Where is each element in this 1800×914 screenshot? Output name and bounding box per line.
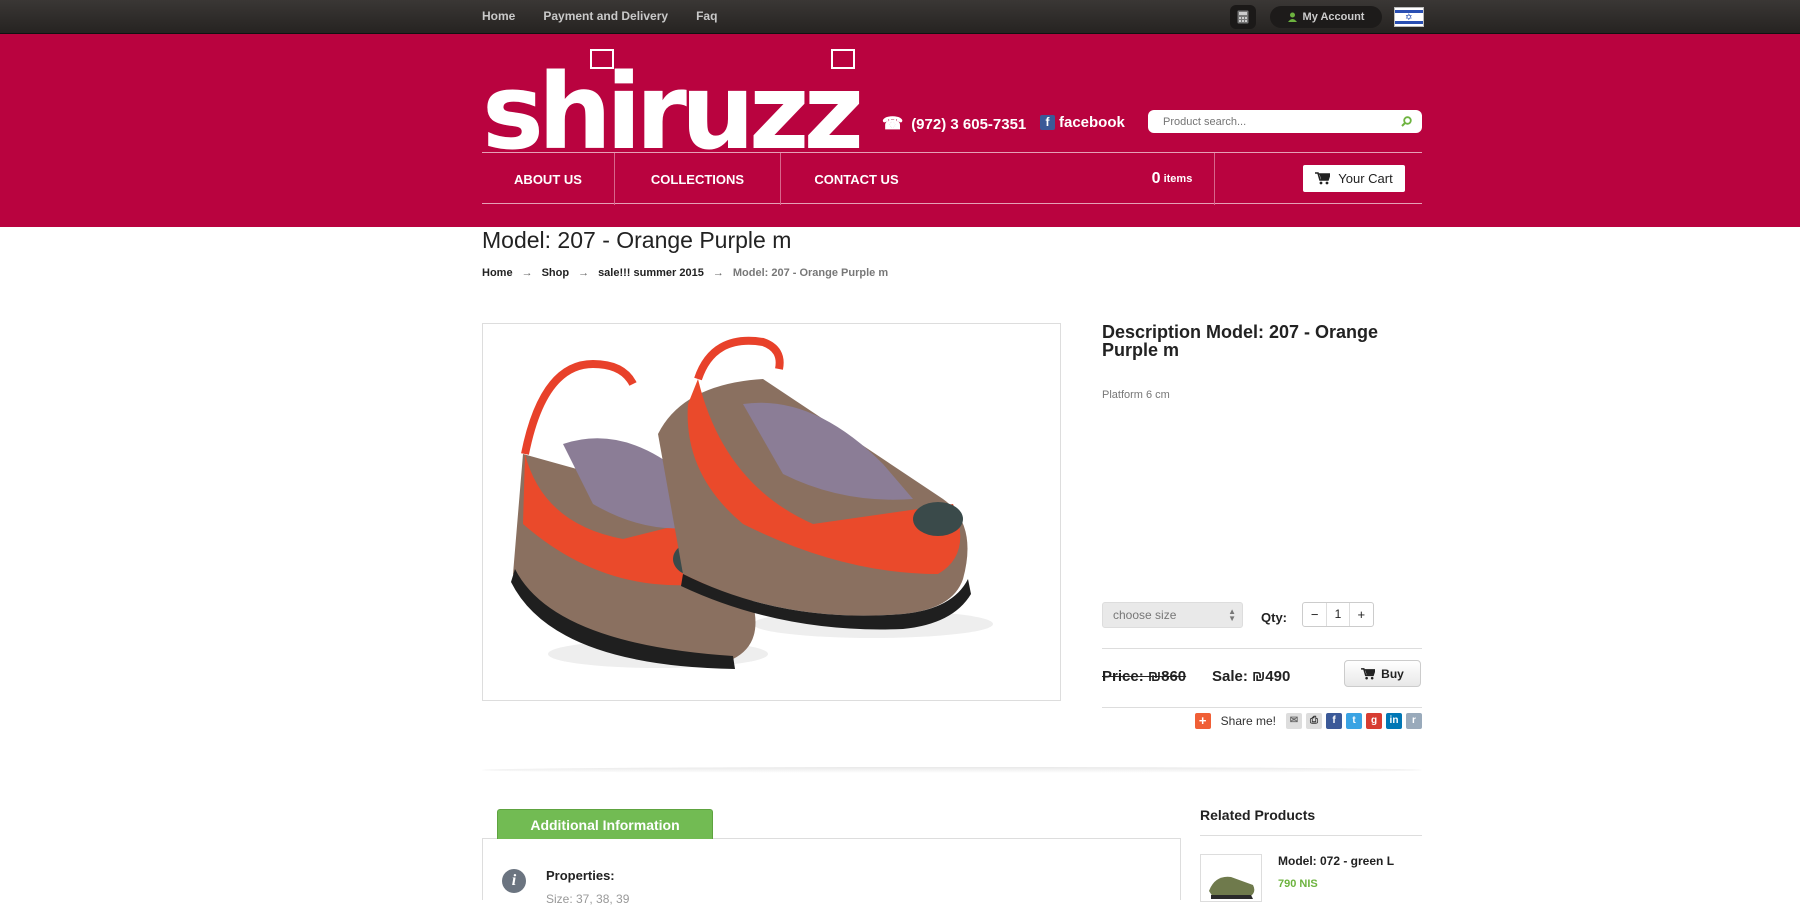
product-content: Model: 207 - Orange Purple m Home → Shop…: [482, 227, 1422, 729]
facebook-label: facebook: [1059, 114, 1125, 131]
main-nav: ABOUT US COLLECTIONS CONTACT US 0 items …: [482, 152, 1422, 205]
related-product-name[interactable]: Model: 072 - green L: [1278, 854, 1394, 868]
calculator-icon[interactable]: [1230, 5, 1256, 29]
page-title: Model: 207 - Orange Purple m: [482, 227, 792, 253]
list-item[interactable]: Model: 072 - green L 790 NIS: [1200, 854, 1422, 914]
search-input[interactable]: [1163, 115, 1401, 128]
cart-count-number: 0: [1151, 170, 1161, 187]
israel-flag-icon[interactable]: ✡: [1394, 7, 1424, 27]
header: shiruzzi ☎ (972) 3 605-7351 f facebook A…: [0, 34, 1800, 227]
print-icon[interactable]: ⎙: [1306, 713, 1322, 729]
original-price: Price: ₪860: [1102, 668, 1187, 685]
breadcrumb-arrow-icon: →: [712, 267, 724, 279]
breadcrumb-arrow-icon: →: [578, 267, 590, 279]
description-text: Platform 6 cm: [1102, 389, 1170, 401]
buy-button[interactable]: Buy: [1344, 660, 1421, 687]
logo[interactable]: shiruzzi: [482, 48, 862, 154]
quantity-stepper: − 1 +: [1302, 602, 1374, 627]
top-nav-payment-delivery[interactable]: Payment and Delivery: [543, 9, 668, 23]
description: Description Model: 207 - Orange Purple m…: [1102, 323, 1422, 401]
your-cart-label: Your Cart: [1338, 171, 1393, 186]
divider: [1102, 707, 1422, 708]
top-bar: Home Payment and Delivery Faq My Account…: [0, 0, 1800, 34]
linkedin-icon[interactable]: in: [1386, 713, 1402, 729]
your-cart-button[interactable]: Your Cart: [1303, 165, 1405, 192]
top-nav-home[interactable]: Home: [482, 9, 515, 23]
buy-label: Buy: [1381, 666, 1404, 681]
twitter-icon[interactable]: t: [1346, 713, 1362, 729]
user-icon: [1287, 12, 1297, 22]
related-products-title: Related Products: [1200, 807, 1422, 836]
info-icon: i: [502, 869, 526, 893]
qty-increase-button[interactable]: +: [1350, 603, 1373, 626]
google-plus-icon[interactable]: g: [1366, 713, 1382, 729]
share-bar: + Share me! ✉ ⎙ f t g in r: [1192, 711, 1422, 731]
phone-number: ☎ (972) 3 605-7351: [882, 114, 1026, 134]
phone-icon: ☎: [882, 114, 904, 133]
breadcrumb-home[interactable]: Home: [482, 267, 513, 279]
nav-about-us[interactable]: ABOUT US: [482, 153, 615, 205]
select-arrows-icon: ▲ ▼: [1228, 607, 1236, 623]
facebook-link[interactable]: f facebook: [1040, 114, 1125, 131]
cart-items-label: items: [1163, 173, 1193, 185]
related-products: Related Products Model: 072 - green L 79…: [1200, 807, 1422, 914]
share-plus-icon[interactable]: +: [1194, 713, 1211, 729]
breadcrumb-shop[interactable]: Shop: [542, 267, 570, 279]
properties-label: Properties:: [546, 868, 615, 883]
svg-text:shiruzzi: shiruzzi: [482, 51, 862, 154]
my-account-label: My Account: [1302, 11, 1365, 23]
facebook-share-icon[interactable]: f: [1326, 713, 1342, 729]
breadcrumb-arrow-icon: →: [521, 267, 533, 279]
top-nav: Home Payment and Delivery Faq: [482, 9, 717, 23]
sale-price: Sale: ₪490: [1212, 668, 1291, 685]
tab-additional-information[interactable]: Additional Information: [497, 809, 713, 839]
facebook-icon: f: [1040, 115, 1055, 130]
divider: [1102, 648, 1422, 649]
size-select[interactable]: choose size ▲ ▼: [1102, 602, 1243, 628]
breadcrumb-current: Model: 207 - Orange Purple m: [732, 267, 889, 279]
description-title: Description Model: 207 - Orange Purple m: [1102, 322, 1379, 360]
qty-label: Qty:: [1261, 610, 1287, 625]
reddit-icon[interactable]: r: [1406, 713, 1422, 729]
pricing: Price: ₪860 Sale: ₪490 Buy: [1102, 659, 1422, 699]
share-label: Share me!: [1220, 714, 1276, 728]
breadcrumb-sale[interactable]: sale!!! summer 2015: [598, 267, 704, 279]
email-icon[interactable]: ✉: [1286, 713, 1302, 729]
product-image[interactable]: [482, 323, 1061, 701]
cart-icon: [1361, 667, 1376, 679]
top-nav-faq[interactable]: Faq: [696, 9, 717, 23]
search-icon[interactable]: [1401, 116, 1412, 127]
qty-value[interactable]: 1: [1326, 603, 1350, 626]
sizes-text: Size: 37, 38, 39: [546, 892, 630, 906]
cart-count[interactable]: 0 items: [1130, 153, 1215, 205]
cart-icon: [1315, 172, 1331, 185]
nav-collections[interactable]: COLLECTIONS: [615, 153, 781, 205]
product-search: [1148, 110, 1422, 133]
my-account-button[interactable]: My Account: [1270, 6, 1382, 28]
nav-contact-us[interactable]: CONTACT US: [781, 153, 932, 205]
size-select-value: choose size: [1113, 608, 1177, 622]
related-product-image[interactable]: [1200, 854, 1262, 902]
breadcrumb: Home → Shop → sale!!! summer 2015 → Mode…: [482, 267, 1422, 279]
qty-decrease-button[interactable]: −: [1303, 603, 1326, 626]
phone-text: (972) 3 605-7351: [911, 115, 1027, 133]
section-divider: [482, 767, 1422, 773]
related-product-price: 790 NIS: [1278, 878, 1318, 890]
purchase-options: choose size ▲ ▼ Qty: − 1 +: [1102, 602, 1422, 630]
